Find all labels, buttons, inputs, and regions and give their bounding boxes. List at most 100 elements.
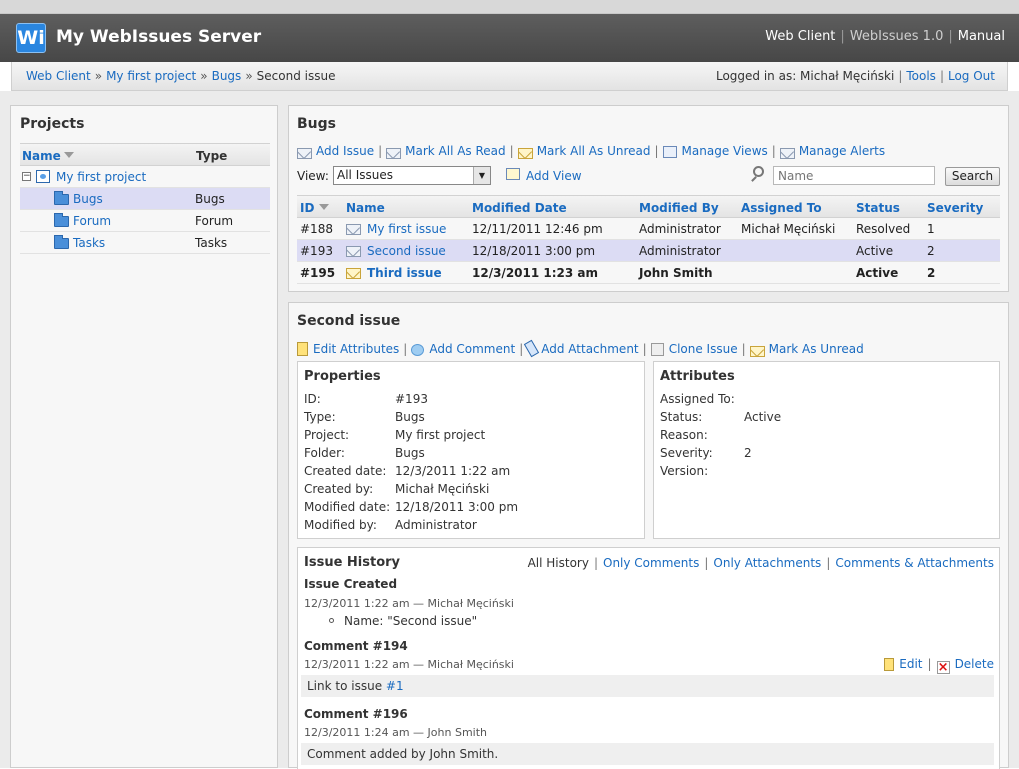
pencil-icon bbox=[297, 342, 308, 356]
folder-row-tasks[interactable]: Tasks Tasks bbox=[20, 232, 270, 254]
breadcrumb-bar: Web Client» My first project» Bugs» Second … bbox=[11, 62, 1008, 91]
logged-in-text: Logged in as: Michał Męciński bbox=[715, 69, 895, 83]
tools-link[interactable]: Tools bbox=[906, 69, 936, 83]
history-filters: All History | Only Comments | Only Attachmen… bbox=[527, 556, 994, 570]
comment-194-text: Link to issue bbox=[307, 679, 386, 693]
add-issue-button[interactable]: Add Issue bbox=[316, 144, 374, 158]
filter-comments-attachments[interactable]: Comments & Attachments bbox=[835, 556, 994, 570]
filter-only-attachments[interactable]: Only Attachments bbox=[713, 556, 821, 570]
issue-modified: 12/3/2011 1:23 am bbox=[472, 266, 599, 280]
site-title: My WebIssues Server bbox=[56, 27, 262, 47]
prop-value: 12/3/2011 1:22 am bbox=[395, 464, 511, 478]
add-issue-icon bbox=[297, 147, 312, 161]
add-attachment-button[interactable]: Add Attachment bbox=[541, 342, 638, 356]
folder-row-forum[interactable]: Forum Forum bbox=[20, 210, 270, 232]
breadcrumb-web-client[interactable]: Web Client bbox=[26, 69, 91, 83]
col-modified-by[interactable]: Modified By bbox=[639, 201, 719, 215]
clone-issue-button[interactable]: Clone Issue bbox=[669, 342, 738, 356]
search-button[interactable]: Search bbox=[945, 167, 1000, 186]
issue-modified: 12/18/2011 3:00 pm bbox=[472, 244, 596, 258]
comment-196-title: Comment #196 bbox=[304, 707, 408, 721]
manage-alerts-icon bbox=[779, 147, 795, 161]
filter-only-comments[interactable]: Only Comments bbox=[603, 556, 699, 570]
issue-name[interactable]: My first issue bbox=[367, 222, 446, 236]
col-type: Type bbox=[196, 149, 228, 163]
mark-read-icon bbox=[386, 147, 402, 161]
prop-value: #193 bbox=[395, 392, 428, 406]
issue-id: #193 bbox=[300, 244, 333, 258]
col-modified-date[interactable]: Modified Date bbox=[472, 201, 567, 215]
project-name[interactable]: My first project bbox=[56, 170, 146, 184]
col-name[interactable]: Name bbox=[346, 201, 385, 215]
search-icon-handle bbox=[751, 176, 757, 182]
mark-as-unread-button[interactable]: Mark As Unread bbox=[769, 342, 864, 356]
bugs-panel: Bugs Add Issue | Mark All As Read | Mark All… bbox=[288, 105, 1009, 292]
issue-severity: 2 bbox=[927, 244, 935, 258]
folder-name[interactable]: Forum bbox=[73, 214, 111, 228]
delete-comment-button[interactable]: Delete bbox=[955, 657, 994, 671]
manage-alerts-button[interactable]: Manage Alerts bbox=[799, 144, 885, 158]
edit-attributes-button[interactable]: Edit Attributes bbox=[313, 342, 399, 356]
logout-link[interactable]: Log Out bbox=[948, 69, 995, 83]
col-name[interactable]: Name bbox=[22, 149, 61, 163]
folder-row-bugs[interactable]: Bugs Bugs bbox=[20, 188, 270, 210]
attr-value: Active bbox=[744, 410, 782, 424]
mark-all-unread-button[interactable]: Mark All As Unread bbox=[537, 144, 651, 158]
prop-key: Created by: bbox=[304, 482, 374, 496]
collapse-icon[interactable]: − bbox=[22, 172, 31, 181]
web-client-link[interactable]: Web Client bbox=[765, 29, 835, 44]
issue-name[interactable]: Second issue bbox=[367, 244, 446, 258]
add-view-icon bbox=[506, 168, 520, 180]
mark-unread-icon bbox=[749, 345, 765, 359]
add-view-button[interactable]: Add View bbox=[526, 169, 582, 183]
comment-196-text: Comment added by John Smith. bbox=[307, 747, 499, 761]
mark-unread-icon bbox=[517, 147, 533, 161]
bugs-title: Bugs bbox=[297, 116, 336, 132]
view-select[interactable]: All Issues ▼ bbox=[333, 166, 491, 185]
project-icon bbox=[36, 170, 50, 183]
manage-views-button[interactable]: Manage Views bbox=[682, 144, 768, 158]
attr-key: Severity: bbox=[660, 446, 713, 460]
attributes-box: Attributes Assigned To: Status: Active Re… bbox=[653, 361, 1000, 539]
properties-title: Properties bbox=[304, 369, 381, 384]
add-comment-button[interactable]: Add Comment bbox=[429, 342, 515, 356]
mark-all-read-button[interactable]: Mark All As Read bbox=[405, 144, 506, 158]
search-input[interactable] bbox=[773, 166, 935, 185]
prop-key: Modified date: bbox=[304, 500, 391, 514]
issue-link[interactable]: #1 bbox=[386, 679, 404, 693]
attr-value: 2 bbox=[744, 446, 752, 460]
col-severity[interactable]: Severity bbox=[927, 201, 983, 215]
project-row[interactable]: − My first project bbox=[20, 166, 270, 188]
pencil-icon bbox=[884, 658, 895, 671]
col-status[interactable]: Status bbox=[856, 201, 900, 215]
folder-type: Bugs bbox=[195, 192, 225, 206]
issue-status: Active bbox=[856, 266, 899, 280]
issue-row[interactable]: #188 My first issue 12/11/2011 12:46 pm … bbox=[297, 218, 1000, 240]
history-title: Issue History bbox=[304, 555, 401, 570]
issue-panel: Second issue Edit Attributes | Add Comment… bbox=[288, 302, 1009, 769]
issue-title: Second issue bbox=[297, 313, 401, 329]
folder-name[interactable]: Bugs bbox=[73, 192, 103, 206]
prop-key: Modified by: bbox=[304, 518, 377, 532]
comment-194-actions: Edit | × Delete bbox=[884, 657, 994, 674]
version-link[interactable]: WebIssues 1.0 bbox=[850, 29, 944, 44]
projects-panel: Projects Name Type − My first project Bu… bbox=[10, 105, 278, 768]
issue-row-selected[interactable]: #193 Second issue 12/18/2011 3:00 pm Adm… bbox=[297, 240, 1000, 262]
projects-table-header: Name Type bbox=[20, 143, 270, 166]
chevron-down-icon: ▼ bbox=[473, 167, 490, 184]
issue-severity: 2 bbox=[927, 266, 936, 280]
issue-row-unread[interactable]: #195 Third issue 12/3/2011 1:23 am John … bbox=[297, 262, 1000, 284]
issue-name[interactable]: Third issue bbox=[367, 266, 442, 280]
manual-link[interactable]: Manual bbox=[958, 29, 1005, 44]
col-assigned-to[interactable]: Assigned To bbox=[741, 201, 822, 215]
col-id[interactable]: ID bbox=[300, 201, 314, 215]
view-select-value: All Issues bbox=[337, 168, 393, 182]
edit-comment-button[interactable]: Edit bbox=[899, 657, 922, 671]
breadcrumb-folder[interactable]: Bugs bbox=[212, 69, 242, 83]
issue-modified-by: Administrator bbox=[639, 244, 721, 258]
breadcrumb-project[interactable]: My first project bbox=[106, 69, 196, 83]
folder-name[interactable]: Tasks bbox=[73, 236, 105, 250]
issue-toolbar: Edit Attributes | Add Comment | Add Attachme… bbox=[297, 339, 864, 359]
history-created-meta: 12/3/2011 1:22 am — Michał Męciński bbox=[304, 597, 514, 610]
prop-value: Bugs bbox=[395, 446, 425, 460]
